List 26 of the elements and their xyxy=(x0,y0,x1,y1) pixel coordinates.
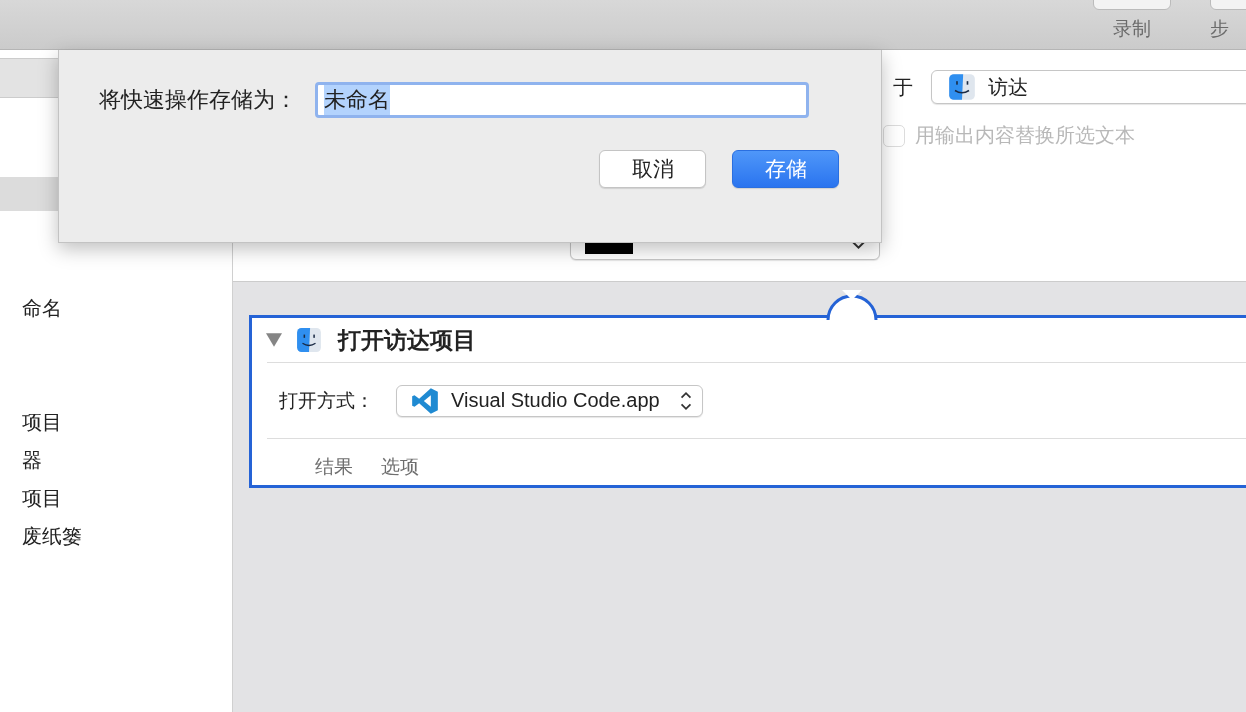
stepper-arrows-icon xyxy=(679,390,692,411)
disclosure-triangle-icon[interactable] xyxy=(266,333,282,347)
sidebar-item[interactable]: 项目 xyxy=(22,403,82,441)
location-popup[interactable]: 访达 xyxy=(931,70,1246,104)
finder-icon xyxy=(948,73,976,101)
finder-icon xyxy=(296,327,322,353)
location-value: 访达 xyxy=(988,74,1028,100)
app-popup[interactable]: Visual Studio Code.app xyxy=(396,384,703,417)
name-input-field[interactable]: 未命名 xyxy=(315,82,809,118)
sidebar-item[interactable]: 命名 xyxy=(22,289,82,327)
toolbar-label: 步 xyxy=(1210,17,1229,41)
app-icon xyxy=(411,386,439,415)
dialog-label: 将快速操作存储为： xyxy=(99,86,297,114)
card-tab[interactable]: 选项 xyxy=(381,454,419,480)
location-label: 于 xyxy=(893,74,913,100)
checkbox-label: 用输出内容替换所选文本 xyxy=(915,123,1135,148)
sidebar-item[interactable]: 废纸篓 xyxy=(22,517,82,555)
action-title: 打开访达项目 xyxy=(338,325,476,355)
toolbar-label: 录制 xyxy=(1113,17,1151,41)
open-with-label: 打开方式： xyxy=(279,388,374,413)
chevron-icon xyxy=(852,240,865,250)
sidebar-item[interactable]: 项目 xyxy=(22,479,82,517)
card-tab[interactable]: 结果 xyxy=(315,454,353,480)
sidebar-item[interactable]: 器 xyxy=(22,441,82,479)
cancel-button[interactable]: 取消 xyxy=(599,150,706,188)
save-button[interactable]: 存储 xyxy=(732,150,839,188)
